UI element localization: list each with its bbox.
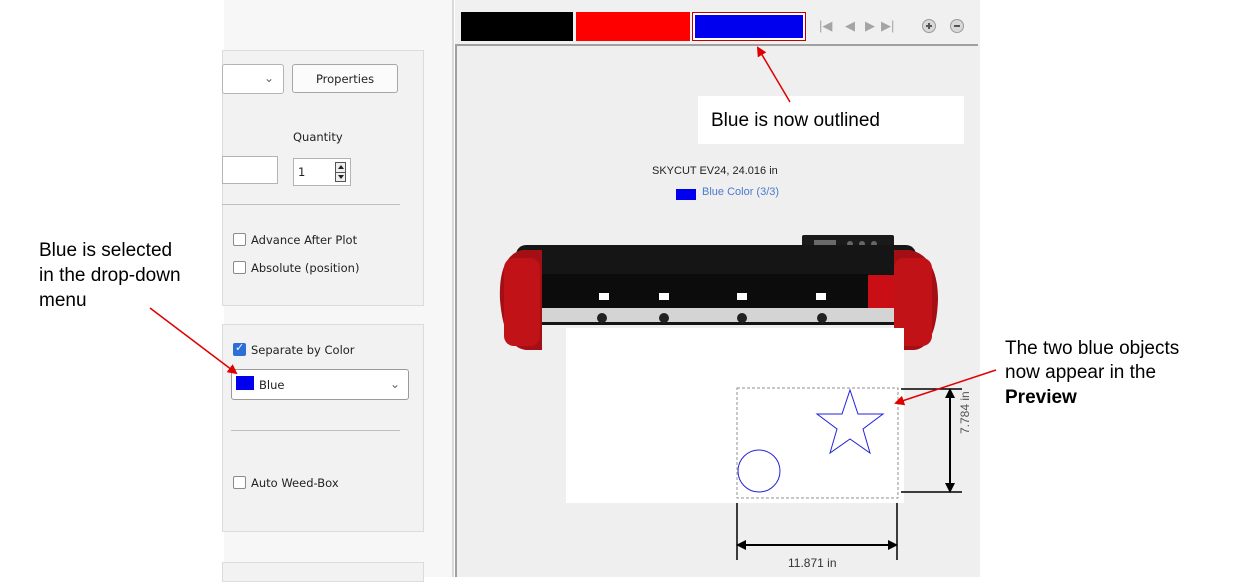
annotation-arrows — [149, 46, 997, 406]
arrow-to-preview — [894, 369, 997, 406]
arrow-to-dropdown — [149, 307, 238, 375]
arrow-to-blue-tab — [756, 46, 791, 103]
